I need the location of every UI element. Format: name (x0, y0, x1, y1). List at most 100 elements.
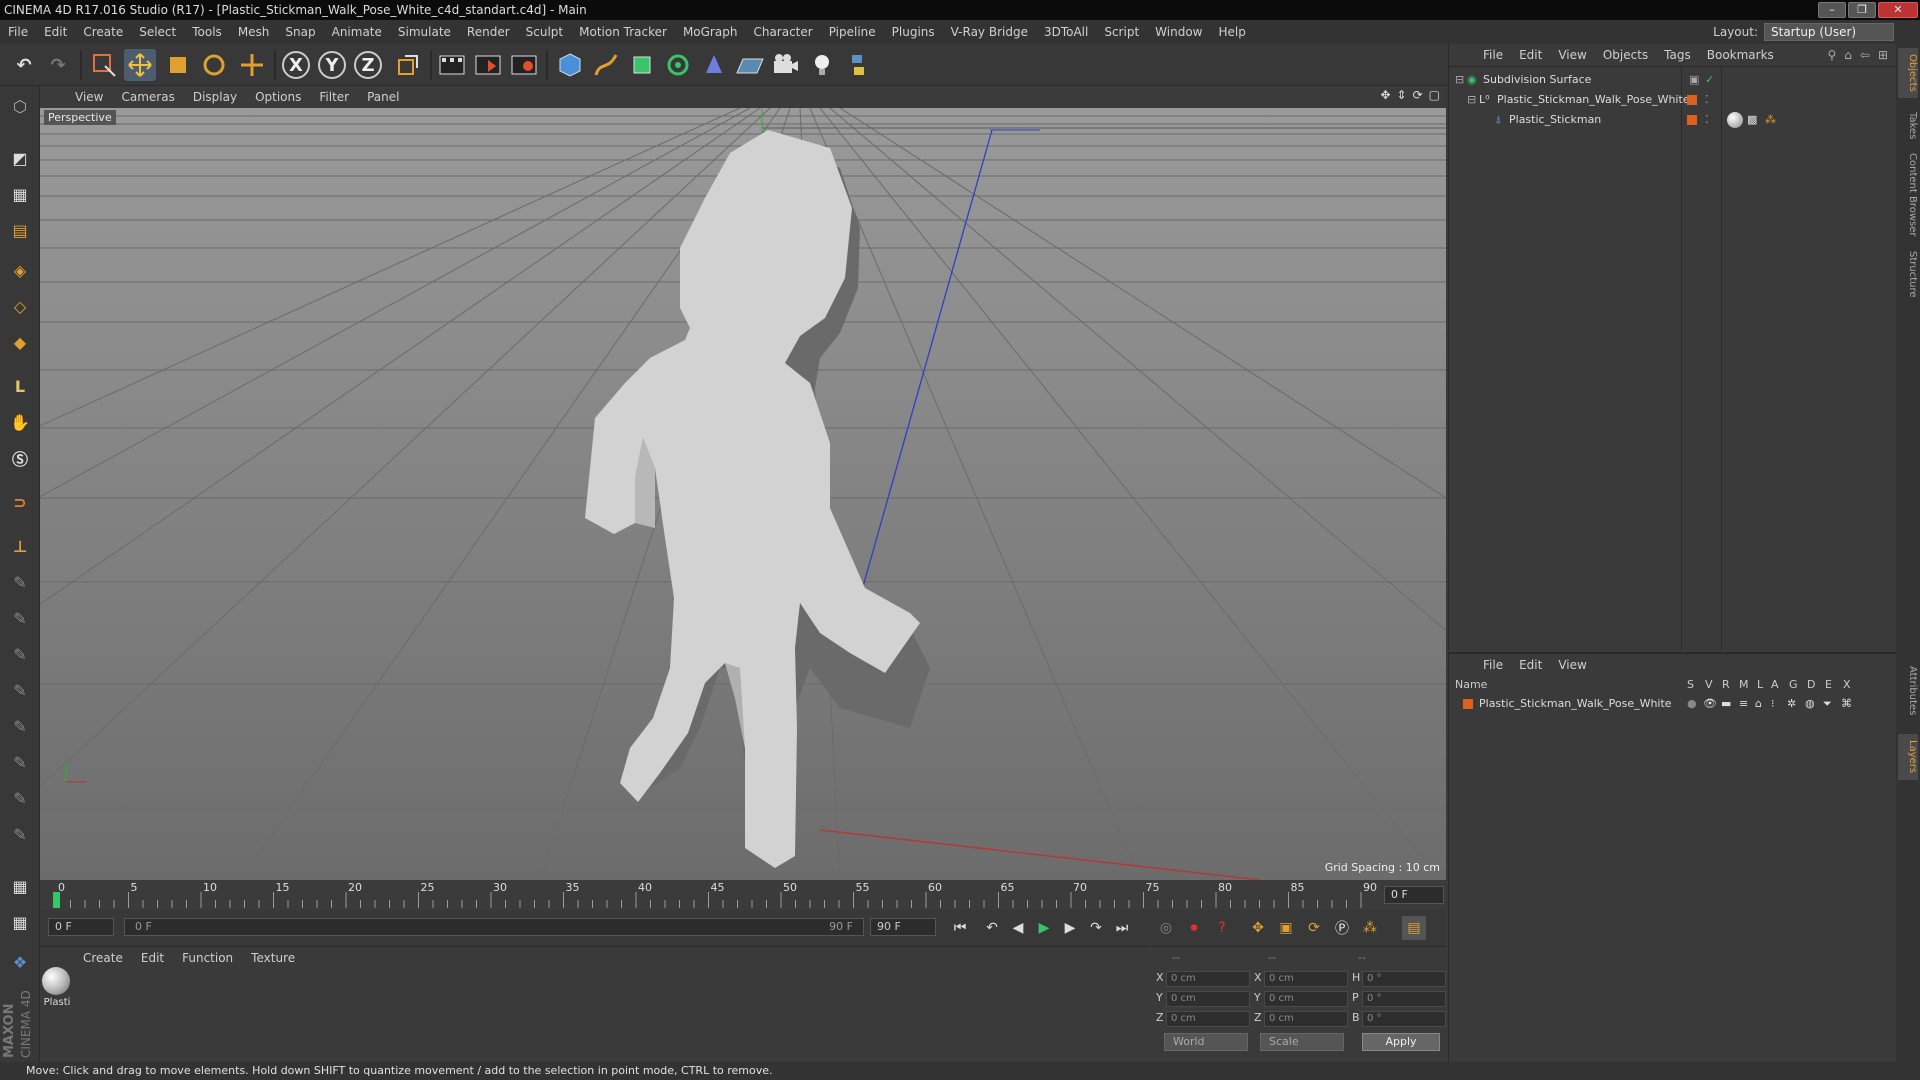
column-deformers[interactable]: D (1807, 678, 1815, 691)
axis-mode-icon[interactable]: L (4, 370, 36, 402)
tab-content-browser[interactable]: Content Browser (1898, 150, 1918, 240)
apply-button[interactable]: Apply (1362, 1033, 1440, 1051)
timeline-layout-icon[interactable]: ▤ (1402, 916, 1426, 940)
render-to-picture-viewer-icon[interactable] (472, 49, 504, 81)
tab-objects[interactable]: Objects (1898, 48, 1918, 98)
object-row[interactable]: ⍋ Plastic_Stickman ⁚ ▩ ⁂ (1449, 110, 1897, 130)
knife-tool-icon[interactable]: ✎ (4, 746, 36, 778)
undo-icon[interactable]: ↶ (8, 49, 40, 81)
subdivision-surface-icon[interactable] (626, 49, 658, 81)
column-expressions[interactable]: E (1825, 678, 1832, 691)
y-axis-toggle[interactable]: Y (318, 51, 346, 79)
smooth-tool-icon[interactable]: ✎ (4, 674, 36, 706)
xref-toggle-icon[interactable]: ⌘ (1841, 694, 1852, 714)
workplane-icon[interactable]: ⊥ (4, 530, 36, 562)
menu-window[interactable]: Window (1147, 25, 1210, 39)
phong-tag-icon[interactable]: ⁂ (1765, 110, 1776, 130)
size-z-field[interactable]: 0 cm (1264, 1011, 1348, 1027)
layer-checkbox-icon[interactable]: ▣ (1689, 70, 1699, 90)
spline-pen-icon[interactable] (590, 49, 622, 81)
menu-tools[interactable]: Tools (184, 25, 230, 39)
rot-h-field[interactable]: 0 ° (1362, 971, 1446, 987)
x-axis-toggle[interactable]: X (282, 51, 310, 79)
live-selection-icon[interactable] (88, 49, 120, 81)
cloner-icon[interactable] (662, 49, 694, 81)
object-menu-edit[interactable]: Edit (1511, 48, 1550, 62)
scale-tool-icon[interactable] (162, 49, 194, 81)
pan-view-icon[interactable]: ✥ (1380, 88, 1390, 102)
menu-plugins[interactable]: Plugins (884, 25, 943, 39)
generator-toggle-icon[interactable]: ✲ (1787, 694, 1796, 714)
rot-p-field[interactable]: 0 ° (1362, 991, 1446, 1007)
menu-motion-tracker[interactable]: Motion Tracker (571, 25, 675, 39)
visibility-dots-icon[interactable]: ⁚ (1705, 110, 1709, 130)
rotate-view-icon[interactable]: ⟳ (1413, 88, 1423, 102)
close-button[interactable]: ✕ (1878, 2, 1918, 18)
cube-primitive-icon[interactable] (554, 49, 586, 81)
animation-toggle-icon[interactable]: ⁝ (1771, 694, 1775, 714)
viewport-menu-display[interactable]: Display (184, 90, 246, 104)
size-y-field[interactable]: 0 cm (1264, 991, 1348, 1007)
make-editable-icon[interactable]: ⬡ (4, 90, 36, 122)
playhead[interactable] (53, 892, 60, 908)
column-xref[interactable]: X (1843, 678, 1851, 691)
menu-help[interactable]: Help (1210, 25, 1253, 39)
layer-menu-view[interactable]: View (1550, 658, 1594, 672)
tab-takes[interactable]: Takes (1898, 106, 1918, 146)
visibility-dots-icon[interactable]: ⁚ (1705, 90, 1709, 110)
magnet-icon[interactable]: ⊃ (4, 486, 36, 518)
move-tool-icon[interactable] (124, 49, 156, 81)
material-menu-create[interactable]: Create (74, 951, 132, 965)
column-name[interactable]: Name (1455, 678, 1487, 691)
transform-mode-dropdown[interactable]: Scale (1260, 1033, 1344, 1051)
expression-toggle-icon[interactable]: ⏷ (1823, 694, 1832, 714)
pos-y-field[interactable]: 0 cm (1166, 991, 1250, 1007)
tweak-mode-icon[interactable]: ✋ (4, 406, 36, 438)
coordinate-system-icon[interactable] (392, 49, 424, 81)
edges-mode-icon[interactable]: ◇ (4, 290, 36, 322)
next-key-icon[interactable]: ↷ (1084, 916, 1108, 940)
viewport-menu-options[interactable]: Options (246, 90, 310, 104)
layout-dropdown[interactable]: Startup (User) (1764, 23, 1894, 41)
key-parameter-icon[interactable]: Ⓟ (1330, 916, 1354, 940)
light-icon[interactable] (806, 49, 838, 81)
sculpt-tool-icon[interactable]: ✎ (4, 710, 36, 742)
column-generators[interactable]: G (1789, 678, 1798, 691)
previous-frame-icon[interactable]: ◀ (1006, 916, 1030, 940)
menu-render[interactable]: Render (459, 25, 518, 39)
paint-tool-icon[interactable]: ✎ (4, 602, 36, 634)
column-manager[interactable]: M (1739, 678, 1749, 691)
autokey-icon[interactable]: ⏺ (1182, 916, 1206, 940)
layer-menu-edit[interactable]: Edit (1511, 658, 1550, 672)
workplane-mode-icon[interactable]: ▤ (4, 214, 36, 246)
layer-color-swatch[interactable] (1463, 699, 1473, 709)
layer-menu-file[interactable]: File (1475, 658, 1511, 672)
visible-toggle-icon[interactable]: 👁 (1703, 694, 1717, 714)
object-menu-tags[interactable]: Tags (1656, 48, 1699, 62)
go-to-start-icon[interactable]: ⏮ (948, 916, 972, 940)
search-icon[interactable]: ⚲ (1827, 48, 1836, 62)
pos-z-field[interactable]: 0 cm (1166, 1011, 1250, 1027)
column-solo[interactable]: S (1687, 678, 1694, 691)
object-menu-view[interactable]: View (1550, 48, 1594, 62)
play-icon[interactable]: ▶ (1032, 916, 1056, 940)
home-icon[interactable]: ⌂ (1844, 48, 1852, 62)
viewport-menu-cameras[interactable]: Cameras (112, 90, 183, 104)
menu-mesh[interactable]: Mesh (230, 25, 278, 39)
layer-row[interactable]: Plastic_Stickman_Walk_Pose_White ● 👁 ▬ ≡… (1449, 694, 1897, 714)
new-window-icon[interactable]: ⊞ (1878, 48, 1888, 62)
solo-toggle-icon[interactable]: ● (1687, 694, 1697, 714)
brush-tool-icon[interactable]: ✎ (4, 566, 36, 598)
python-icon[interactable] (842, 49, 874, 81)
column-locked[interactable]: L (1757, 678, 1763, 691)
snap-icon[interactable]: Ⓢ (4, 442, 36, 474)
material-tag-icon[interactable] (1727, 112, 1743, 128)
material-swatch[interactable]: Plasti (42, 967, 72, 1011)
tab-attributes[interactable]: Attributes (1898, 656, 1918, 726)
3d-viewport[interactable]: Perspective Grid Spacing : 10 cm (40, 108, 1446, 880)
next-frame-icon[interactable]: ▶ (1058, 916, 1082, 940)
previous-key-icon[interactable]: ↶ (980, 916, 1004, 940)
maximize-view-icon[interactable]: ▢ (1429, 88, 1440, 102)
relax-tool-icon[interactable]: ✎ (4, 638, 36, 670)
key-scale-icon[interactable]: ▣ (1274, 916, 1298, 940)
